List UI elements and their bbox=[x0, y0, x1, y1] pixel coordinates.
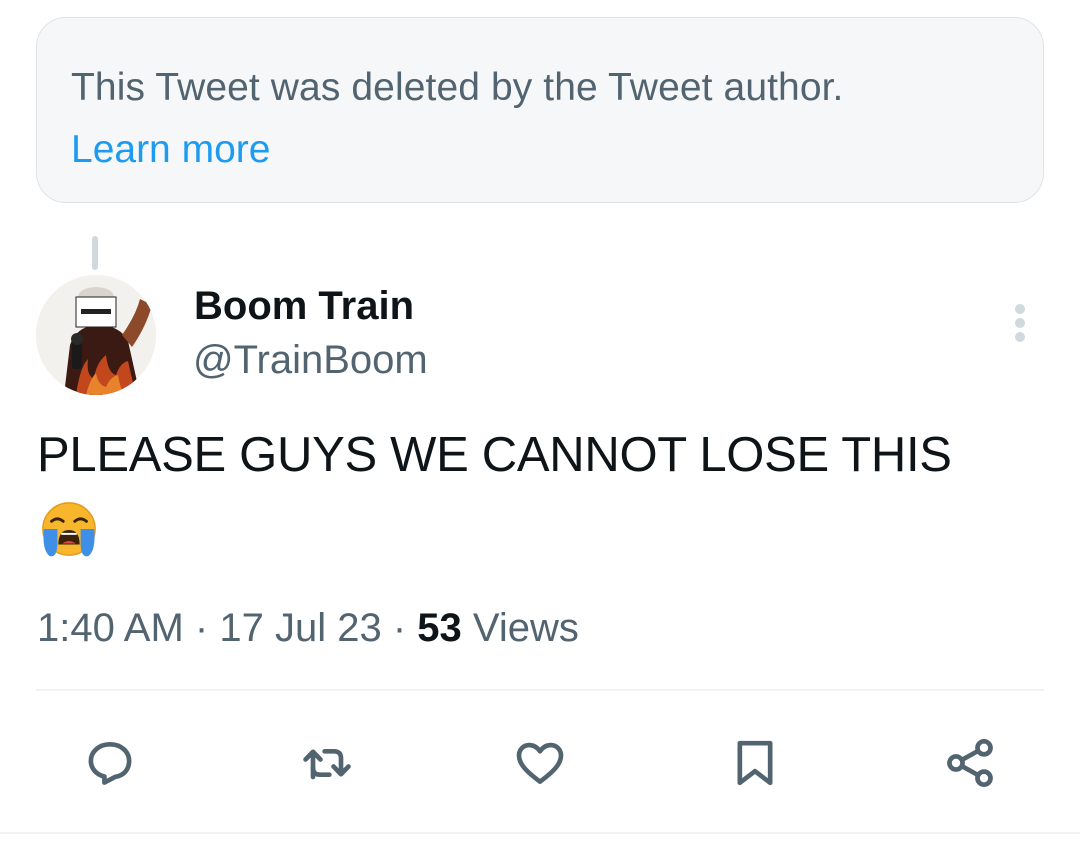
reply-button[interactable] bbox=[82, 735, 138, 791]
tweet-meta: 1:40 AM · 17 Jul 23 · 53 Views bbox=[37, 602, 579, 654]
bookmark-button[interactable] bbox=[727, 735, 783, 791]
author-display-name[interactable]: Boom Train bbox=[194, 282, 414, 330]
divider bbox=[36, 689, 1044, 691]
tweet-detail-page: This Tweet was deleted by the Tweet auth… bbox=[0, 0, 1080, 843]
bottom-divider bbox=[0, 832, 1080, 834]
views-count: 53 bbox=[417, 606, 462, 650]
share-icon bbox=[947, 738, 993, 788]
thread-connector-line bbox=[92, 236, 98, 270]
meta-separator: · bbox=[392, 606, 407, 650]
like-button[interactable] bbox=[512, 735, 568, 791]
avatar[interactable] bbox=[36, 275, 156, 395]
author-handle[interactable]: @TrainBoom bbox=[193, 336, 428, 384]
tweet-time[interactable]: 1:40 AM bbox=[37, 606, 184, 650]
retweet-icon bbox=[303, 749, 351, 780]
more-options-icon[interactable] bbox=[1008, 301, 1032, 345]
learn-more-link[interactable]: Learn more bbox=[71, 122, 270, 178]
tweet-date[interactable]: 17 Jul 23 bbox=[219, 606, 381, 650]
tweet-body-text: PLEASE GUYS WE CANNOT LOSE THIS bbox=[37, 428, 952, 482]
meta-separator: · bbox=[194, 606, 209, 650]
loudly-crying-face-icon bbox=[42, 502, 96, 557]
deleted-notice-text: This Tweet was deleted by the Tweet auth… bbox=[71, 66, 844, 109]
bookmark-icon bbox=[737, 740, 773, 786]
heart-icon bbox=[516, 742, 564, 784]
avatar-image bbox=[36, 275, 156, 395]
reply-icon bbox=[88, 742, 132, 785]
retweet-button[interactable] bbox=[299, 735, 355, 791]
views-label: Views bbox=[472, 606, 579, 650]
share-button[interactable] bbox=[942, 735, 998, 791]
deleted-tweet-notice: This Tweet was deleted by the Tweet auth… bbox=[36, 17, 1044, 203]
